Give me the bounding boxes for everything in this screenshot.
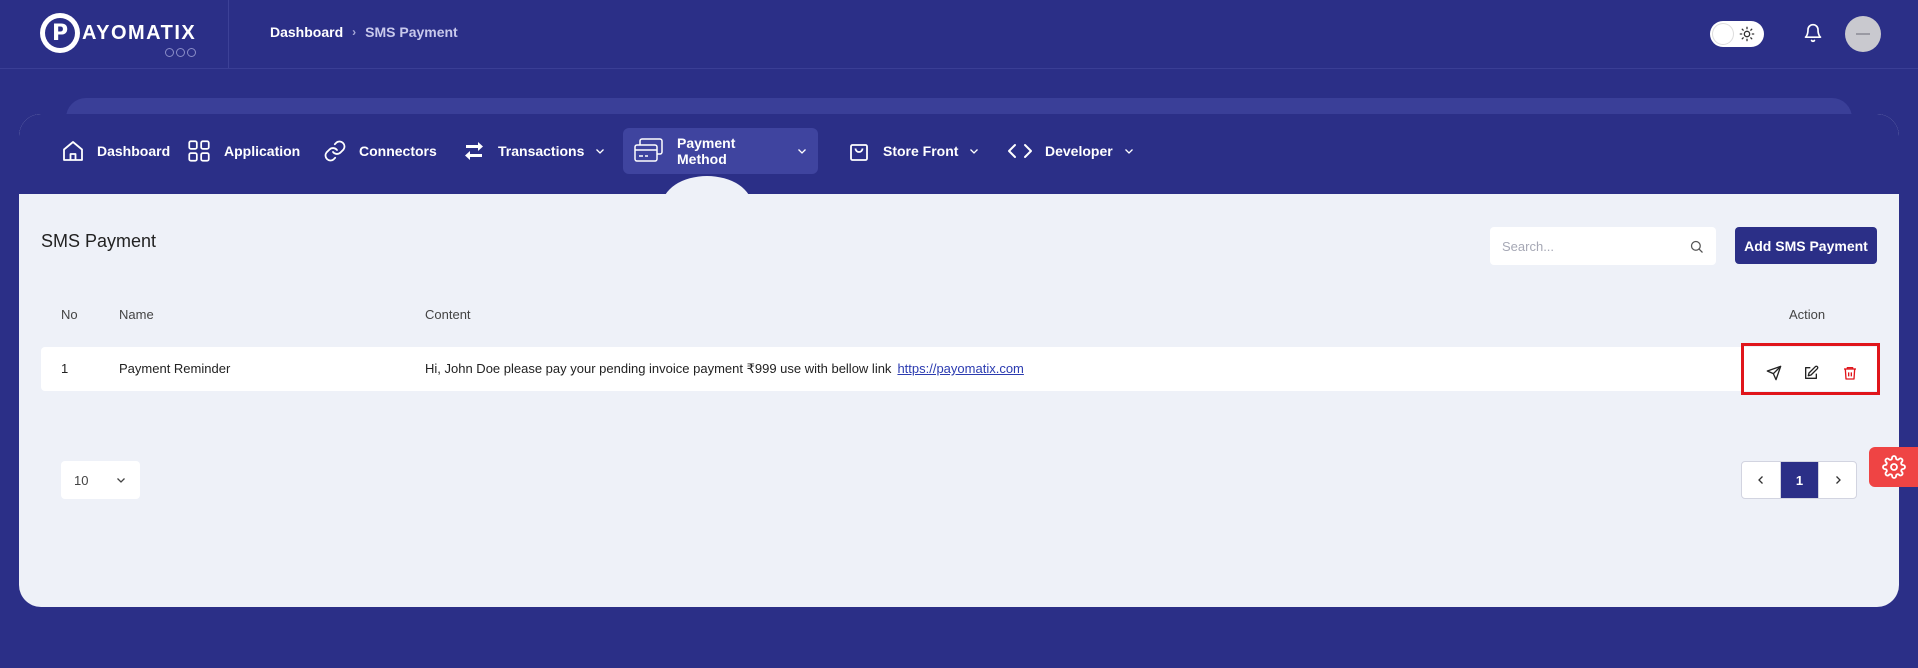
edit-button[interactable] xyxy=(1801,363,1821,383)
gear-icon xyxy=(1881,455,1906,479)
theme-toggle[interactable] xyxy=(1710,21,1764,47)
main-nav: Dashboard Application Connectors Transac… xyxy=(19,114,1899,194)
page-button-current[interactable]: 1 xyxy=(1780,462,1818,498)
nav-item-store-front[interactable]: Store Front xyxy=(837,128,990,174)
column-header-no: No xyxy=(61,307,78,322)
per-page-select[interactable]: 10 xyxy=(61,461,140,499)
nav-item-transactions[interactable]: Transactions xyxy=(452,128,616,174)
action-highlight xyxy=(1741,343,1880,395)
chevron-down-icon xyxy=(1123,145,1135,157)
brand-logo[interactable]: P AYOMATIX xyxy=(40,12,197,57)
notifications-button[interactable] xyxy=(1803,23,1823,48)
nav-label: Payment Method xyxy=(677,135,736,167)
nav-label: Connectors xyxy=(359,143,437,159)
avatar[interactable] xyxy=(1845,16,1881,52)
logo-text: AYOMATIX xyxy=(82,21,197,57)
nav-label: Dashboard xyxy=(97,143,171,159)
nav-label: Store Front xyxy=(883,143,959,159)
chevron-down-icon xyxy=(968,145,980,157)
nav-label: Transactions xyxy=(498,143,585,159)
breadcrumb: Dashboard › SMS Payment xyxy=(270,24,458,40)
content-link[interactable]: https://payomatix.com xyxy=(897,361,1023,376)
delete-button[interactable] xyxy=(1840,363,1860,383)
swap-arrows-icon xyxy=(462,139,486,163)
chevron-down-icon xyxy=(796,145,808,157)
chevron-left-icon xyxy=(1758,476,1763,484)
cell-name: Payment Reminder xyxy=(119,361,231,376)
chevron-down-icon xyxy=(117,478,125,483)
cell-content: Hi, John Doe please pay your pending inv… xyxy=(425,361,1024,377)
chevron-down-icon xyxy=(594,145,606,157)
shopping-bag-icon xyxy=(847,139,871,163)
grid-icon xyxy=(186,138,212,164)
logo-mark: P xyxy=(40,13,80,53)
nav-item-dashboard[interactable]: Dashboard xyxy=(51,128,180,174)
breadcrumb-current: SMS Payment xyxy=(365,24,458,40)
logo-dots xyxy=(165,47,197,57)
nav-label: Application xyxy=(224,143,301,159)
trash-icon xyxy=(1844,367,1856,380)
nav-item-application[interactable]: Application xyxy=(176,128,310,174)
add-sms-payment-button[interactable]: Add SMS Payment xyxy=(1735,227,1877,264)
content-text: Hi, John Doe please pay your pending inv… xyxy=(425,361,892,376)
chevron-right-icon xyxy=(1835,476,1841,484)
home-icon xyxy=(61,139,85,163)
logo-initial: P xyxy=(45,18,75,48)
send-button[interactable] xyxy=(1764,363,1784,383)
search-box[interactable] xyxy=(1490,227,1716,265)
bell-icon xyxy=(1804,23,1822,43)
breadcrumb-dashboard[interactable]: Dashboard xyxy=(270,24,343,40)
settings-button[interactable] xyxy=(1869,447,1918,487)
sun-icon xyxy=(1739,26,1755,42)
nav-label: Developer xyxy=(1045,143,1113,159)
brand-name: AYOMATIX xyxy=(82,21,197,44)
pagination: 1 xyxy=(1741,461,1857,499)
toggle-knob xyxy=(1713,24,1733,44)
column-header-name: Name xyxy=(119,307,154,322)
search-icon[interactable] xyxy=(1689,239,1704,254)
top-bar: P AYOMATIX Dashboard › SMS Payment xyxy=(0,0,1918,69)
link-icon xyxy=(323,139,347,163)
breadcrumb-separator: › xyxy=(352,25,357,39)
cell-no: 1 xyxy=(61,361,69,376)
page-title: SMS Payment xyxy=(41,231,157,251)
next-page-button[interactable] xyxy=(1818,462,1856,498)
edit-icon xyxy=(1805,365,1819,379)
main-card: Dashboard Application Connectors Transac… xyxy=(19,114,1899,607)
prev-page-button[interactable] xyxy=(1742,462,1780,498)
column-header-action: Action xyxy=(1789,307,1826,322)
nav-item-connectors[interactable]: Connectors xyxy=(313,128,447,174)
topbar-divider xyxy=(228,0,229,68)
search-input[interactable] xyxy=(1502,238,1689,254)
send-icon xyxy=(1766,365,1782,381)
table-row: 1 Payment Reminder Hi, John Doe please p… xyxy=(41,347,1879,391)
credit-cards-icon xyxy=(633,137,665,165)
per-page-value: 10 xyxy=(74,472,89,488)
code-icon xyxy=(1007,139,1033,163)
column-header-content: Content xyxy=(425,307,471,322)
nav-item-payment-method[interactable]: Payment Method xyxy=(623,128,818,174)
nav-item-developer[interactable]: Developer xyxy=(997,128,1145,174)
